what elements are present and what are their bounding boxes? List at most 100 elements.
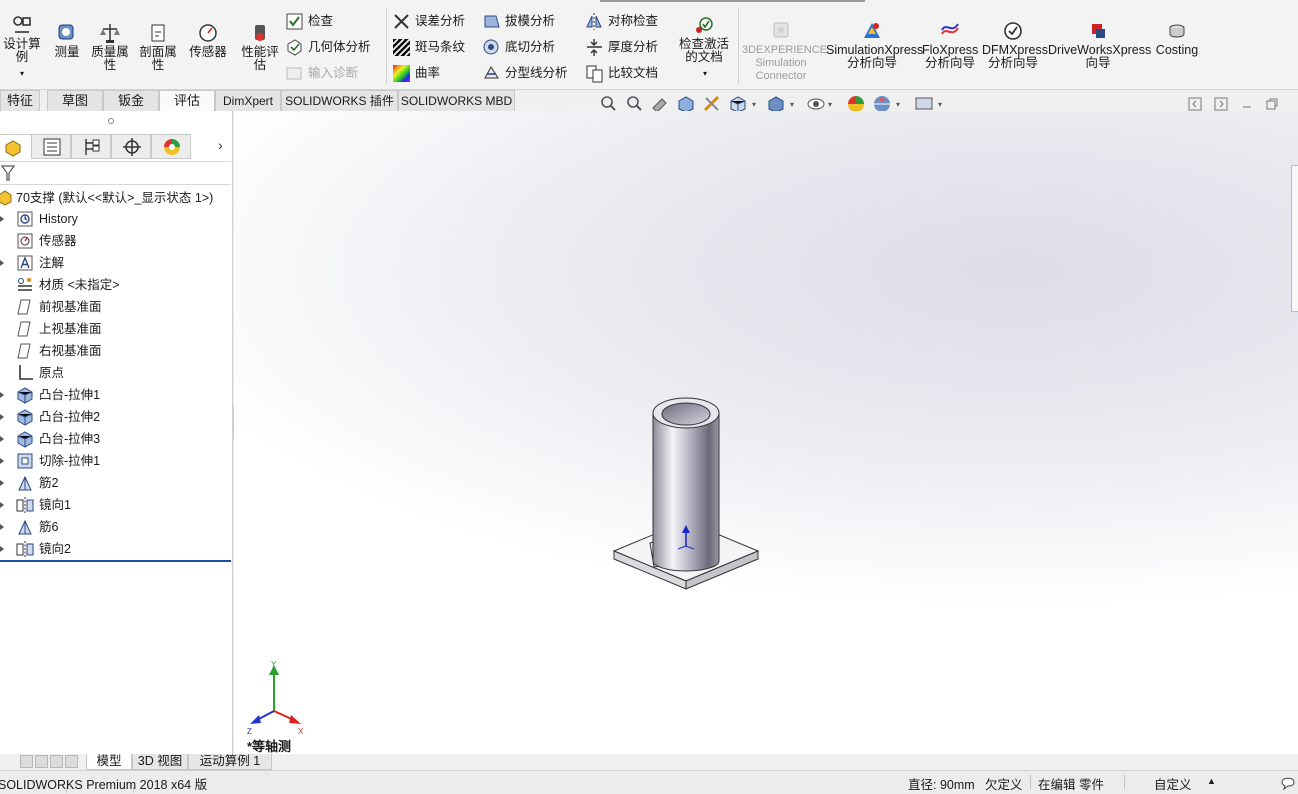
design-study-icon (13, 16, 31, 33)
featuremanager-tab[interactable] (0, 134, 32, 159)
compare-documents-button[interactable]: 比较文档 (585, 63, 658, 83)
tab-solidworks-mbd[interactable]: SOLIDWORKS MBD (398, 90, 515, 111)
draft-analysis-icon (484, 15, 500, 28)
experience-simulation-button[interactable]: 3DEXPERIENCE Simulation Connector (742, 20, 827, 83)
measure-button[interactable]: 测量 (50, 22, 84, 59)
triad-y-label: Y (271, 661, 277, 669)
expand-arrow-icon[interactable] (0, 546, 4, 552)
section-properties-icon (151, 24, 165, 42)
view-orientation-label: *等轴测 (247, 739, 292, 754)
geometry-analysis-icon (287, 39, 302, 56)
dfmxpress-button[interactable]: DFMXpress 分析向导 (982, 20, 1048, 70)
deviation-analysis-button[interactable]: 误差分析 (392, 11, 465, 31)
tree-item-label: 凸台-拉伸1 (39, 388, 101, 402)
expand-arrow-icon[interactable] (0, 502, 4, 508)
displaymanager-tab[interactable] (151, 134, 191, 159)
pane-left-icon[interactable] (1188, 97, 1202, 111)
rollback-bar[interactable] (0, 560, 231, 562)
symmetry-check-label: 对称检查 (608, 14, 659, 28)
thickness-analysis-button[interactable]: 厚度分析 (585, 37, 658, 57)
driveworksxpress-button[interactable]: DriveWorksXpress 向导 (1048, 20, 1151, 70)
mass-properties-label: 质量属性 (91, 45, 129, 72)
check-button[interactable]: 检查 (285, 11, 333, 31)
minimize-icon[interactable] (1240, 97, 1254, 111)
tree-item-label: 镜向1 (39, 498, 71, 512)
tab-sheet-metal[interactable]: 钣金 (103, 90, 159, 111)
plane-icon (17, 299, 31, 315)
part-model[interactable] (612, 391, 762, 601)
simulationxpress-label: SimulationXpress 分析向导 (826, 43, 924, 70)
check-active-doc-icon (696, 17, 713, 33)
annotation-icon (17, 255, 33, 271)
first-tab-icon[interactable] (20, 755, 33, 768)
restore-icon[interactable] (1265, 97, 1279, 111)
tab-sketch[interactable]: 草图 (47, 90, 103, 111)
sensor-button[interactable]: 传感器 (186, 22, 230, 59)
tab-3d-views[interactable]: 3D 视图 (132, 754, 188, 770)
chevron-right-icon[interactable]: › (218, 137, 223, 153)
expand-arrow-icon[interactable] (0, 392, 4, 398)
tab-dimxpert[interactable]: DimXpert (215, 90, 281, 111)
panel-grip-handle[interactable] (108, 118, 114, 124)
curvature-button[interactable]: 曲率 (392, 63, 440, 83)
definition-status: 欠定义 (985, 778, 1023, 792)
floxpress-button[interactable]: FloXpress 分析向导 (922, 20, 978, 70)
tree-item-label: 右视基准面 (39, 344, 102, 358)
measurement-readout: 直径: 90mm (908, 778, 975, 792)
sensor-icon (199, 24, 217, 42)
task-pane-tabs[interactable] (1291, 165, 1298, 312)
expand-arrow-icon[interactable] (0, 524, 4, 530)
parting-line-analysis-button[interactable]: 分型线分析 (482, 63, 568, 83)
mass-properties-button[interactable]: 质量属性 (88, 22, 132, 72)
expand-arrow-icon[interactable] (0, 414, 4, 420)
tab-motion-study-1[interactable]: 运动算例 1 (188, 754, 272, 770)
chevron-up-icon[interactable]: ▲ (1207, 776, 1216, 786)
expand-arrow-icon[interactable] (0, 436, 4, 442)
symmetry-check-button[interactable]: 对称检查 (585, 11, 658, 31)
previous-tab-icon[interactable] (35, 755, 48, 768)
filter-icon[interactable] (1, 165, 15, 181)
units-selector[interactable]: 自定义 (1154, 774, 1192, 793)
next-tab-icon[interactable] (50, 755, 63, 768)
propertymanager-tab[interactable] (31, 134, 71, 159)
draft-analysis-button[interactable]: 拔模分析 (482, 11, 555, 31)
boss-extrude-icon (17, 431, 33, 448)
zebra-stripes-label: 斑马条纹 (415, 40, 466, 54)
section-properties-button[interactable]: 剖面属性 (136, 22, 180, 72)
costing-button[interactable]: Costing (1152, 20, 1202, 57)
symmetry-check-icon (586, 13, 602, 31)
dfmxpress-label: DFMXpress 分析向导 (982, 43, 1048, 70)
graphics-area[interactable]: Y X Z *等轴测 (234, 111, 1298, 754)
check-active-doc-button[interactable]: 检查激活的文档 ▾ (676, 14, 734, 80)
tree-filter-row (0, 161, 231, 185)
part-icon (0, 190, 12, 206)
simulationxpress-button[interactable]: SimulationXpress 分析向导 (826, 20, 923, 70)
expand-arrow-icon[interactable] (0, 216, 4, 222)
design-study-button[interactable]: 设计算例 ▾ (2, 14, 42, 80)
tab-features[interactable]: 特征 (0, 90, 40, 111)
curvature-icon (393, 65, 410, 83)
import-diagnostics-button[interactable]: 输入诊断 (285, 63, 358, 83)
configurationmanager-tab[interactable] (71, 134, 111, 159)
dimxpertmanager-tab[interactable] (111, 134, 151, 159)
expand-arrow-icon[interactable] (0, 480, 4, 486)
tab-evaluate[interactable]: 评估 (159, 90, 215, 111)
pane-right-icon[interactable] (1214, 97, 1228, 111)
performance-eval-button[interactable]: 性能评估 (238, 22, 282, 72)
expand-arrow-icon[interactable] (0, 458, 4, 464)
expand-arrow-icon[interactable] (0, 260, 4, 266)
mirror-icon (16, 497, 34, 513)
geometry-analysis-button[interactable]: 几何体分析 (285, 37, 371, 57)
tree-item-label: 注解 (39, 256, 65, 270)
zebra-stripes-button[interactable]: 斑马条纹 (392, 37, 465, 57)
ribbon-top-indicator (600, 0, 865, 2)
model-view-tabs: 模型 3D 视图 运动算例 1 (0, 754, 1298, 770)
status-bar: SOLIDWORKS Premium 2018 x64 版 直径: 90mm 欠… (0, 770, 1298, 794)
tab-solidworks-addins[interactable]: SOLIDWORKS 插件 (281, 90, 398, 111)
help-icon[interactable] (1280, 774, 1296, 790)
last-tab-icon[interactable] (65, 755, 78, 768)
undercut-analysis-button[interactable]: 底切分析 (482, 37, 555, 57)
measure-label: 测量 (54, 45, 80, 59)
driveworksxpress-icon (1092, 24, 1105, 38)
tab-model[interactable]: 模型 (86, 754, 132, 770)
